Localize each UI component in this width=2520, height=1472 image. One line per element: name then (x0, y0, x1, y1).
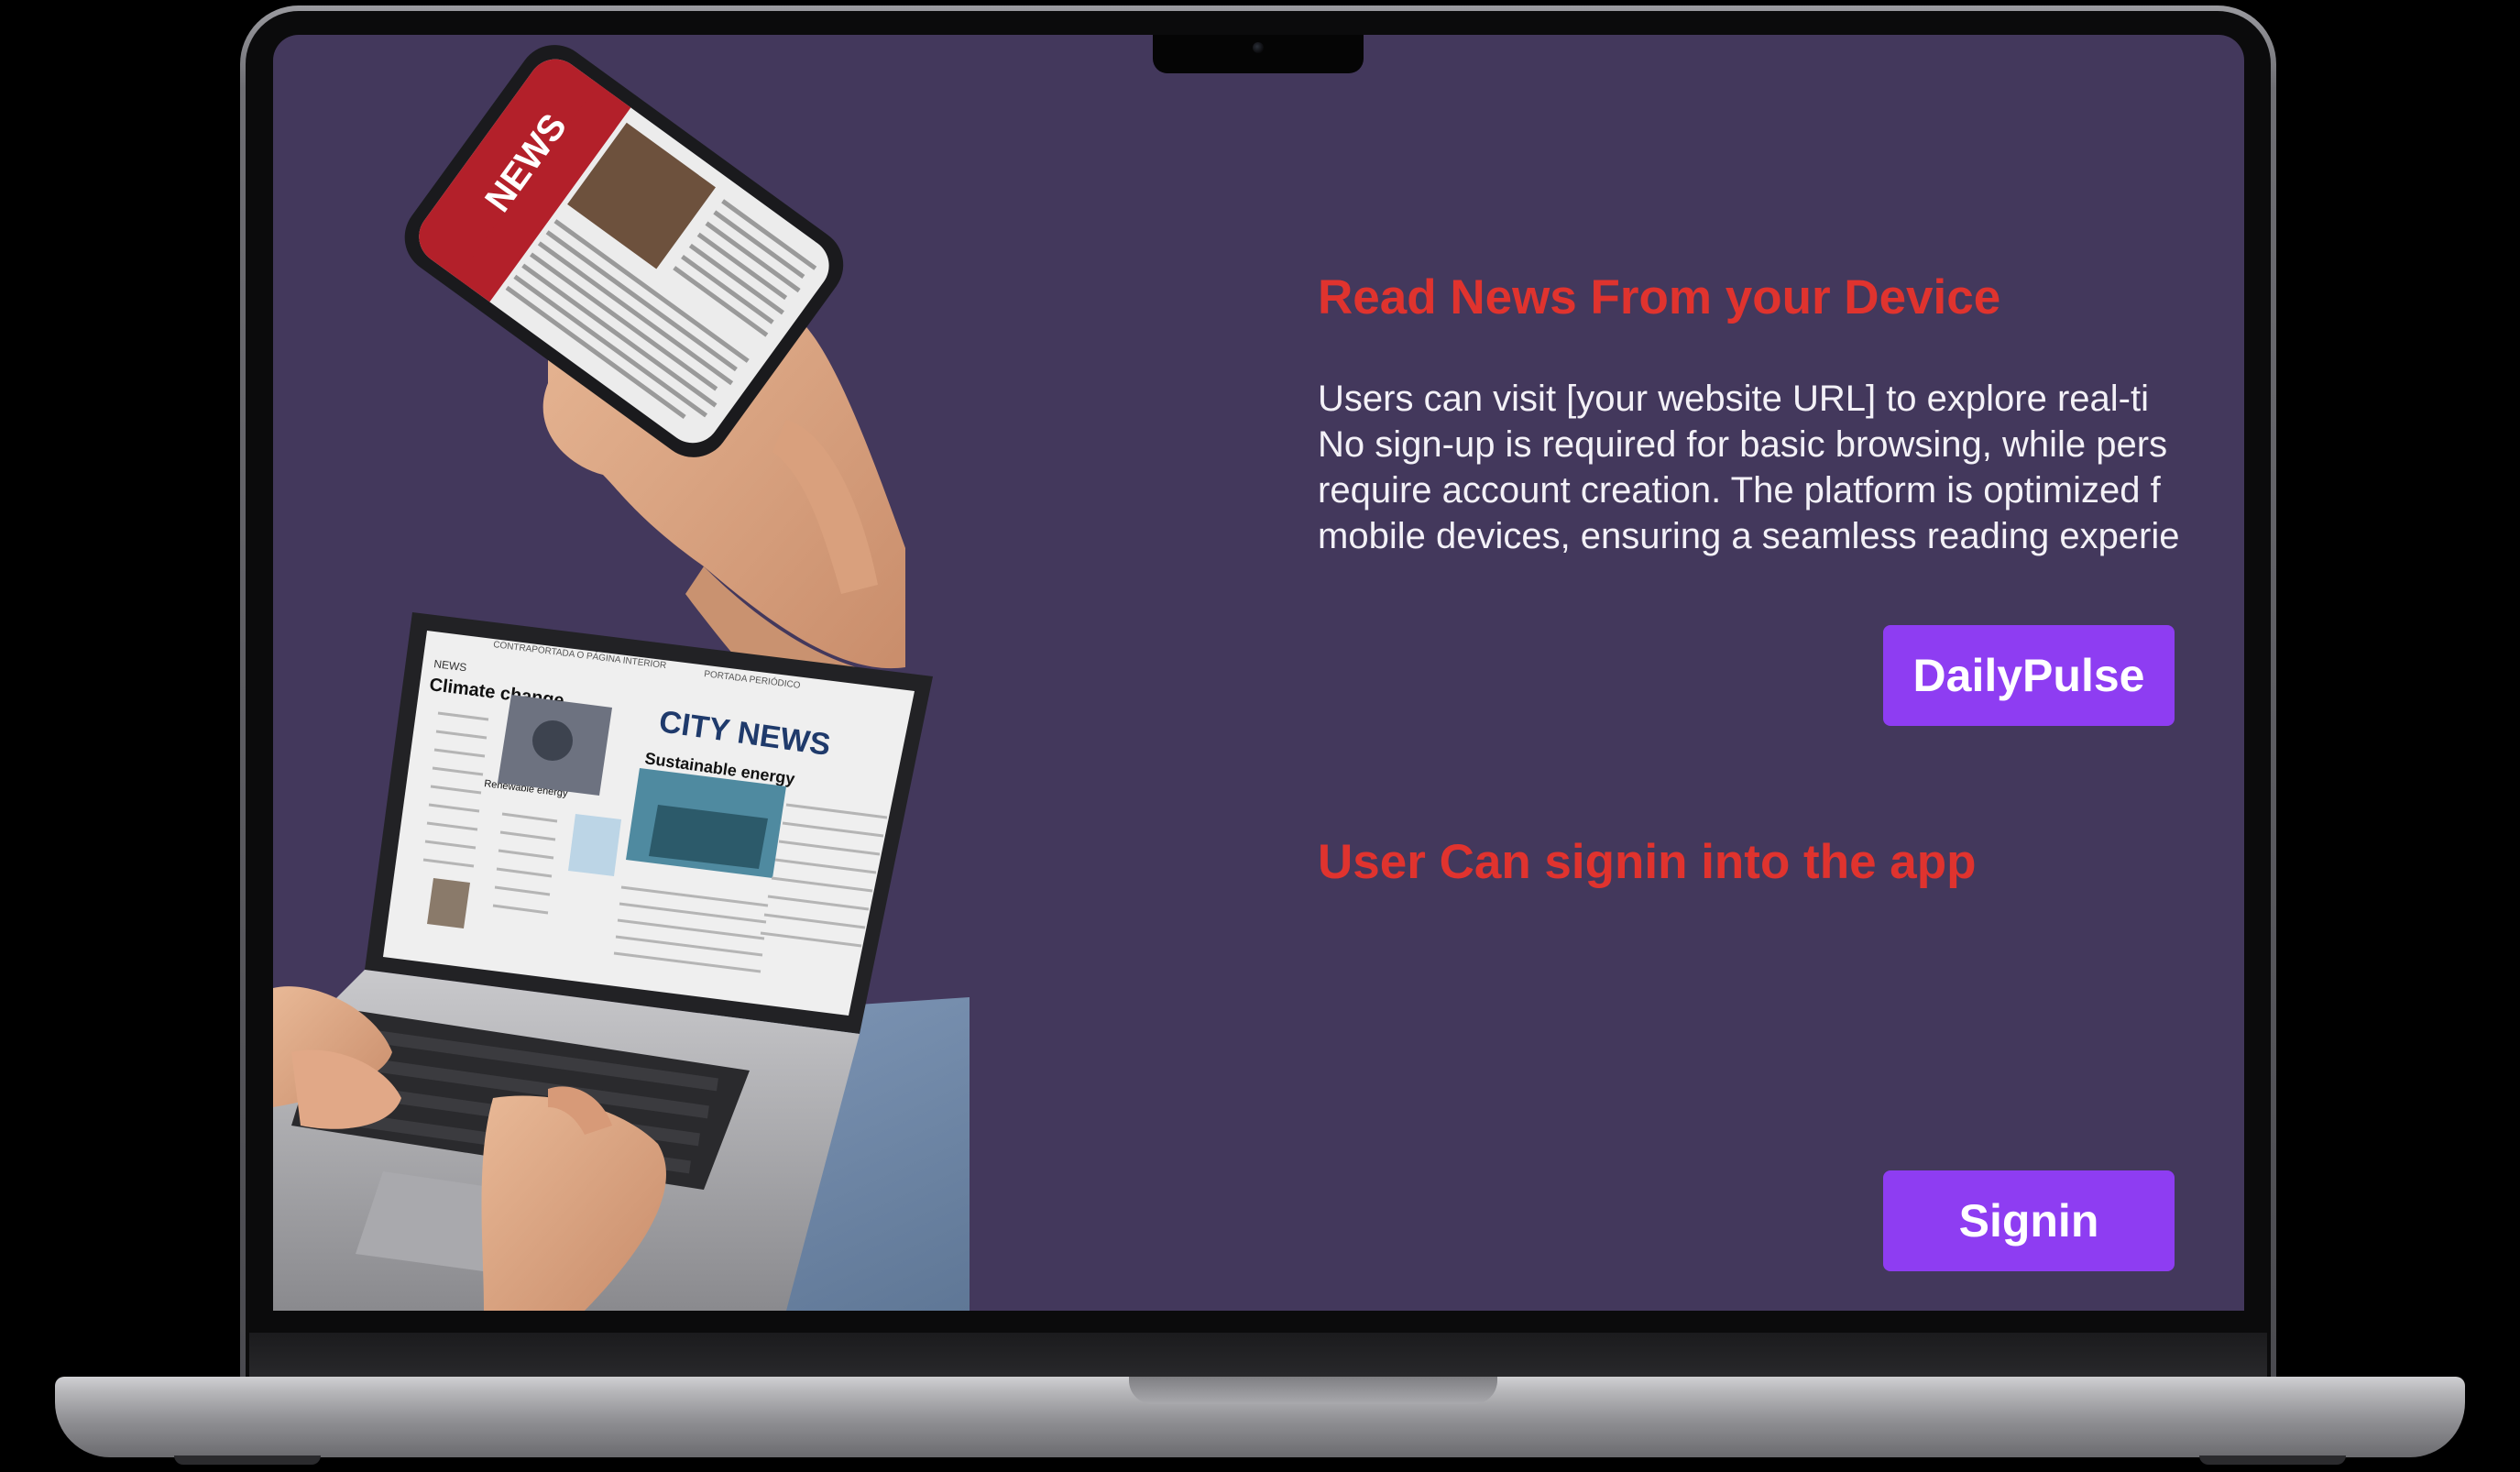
laptop-foot-left (174, 1456, 321, 1465)
phone-in-hand: NEWS (404, 45, 915, 713)
hero-illustration: NEWS CONTRAPORTADA O PÁGINA INTERIOR POR… (273, 35, 970, 1311)
section-description: Users can visit [your website URL] to ex… (1318, 379, 2180, 556)
camera-notch (1153, 35, 1364, 73)
laptop-base (55, 1377, 2465, 1465)
signin-button[interactable]: Signin (1883, 1170, 2175, 1271)
laptop-opening-lip (1129, 1377, 1497, 1404)
dailypulse-button[interactable]: DailyPulse (1883, 625, 2175, 726)
devices-in-hands-image: NEWS CONTRAPORTADA O PÁGINA INTERIOR POR… (273, 45, 970, 1311)
section-heading-signin: User Can signin into the app (1318, 835, 1977, 889)
section-heading-read-news: Read News From your Device (1318, 270, 2001, 324)
device-mockup-stage: NEWS CONTRAPORTADA O PÁGINA INTERIOR POR… (0, 0, 2520, 1472)
app-screen: NEWS CONTRAPORTADA O PÁGINA INTERIOR POR… (273, 35, 2244, 1311)
camera-icon (1253, 42, 1264, 53)
laptop-foot-right (2199, 1456, 2346, 1465)
